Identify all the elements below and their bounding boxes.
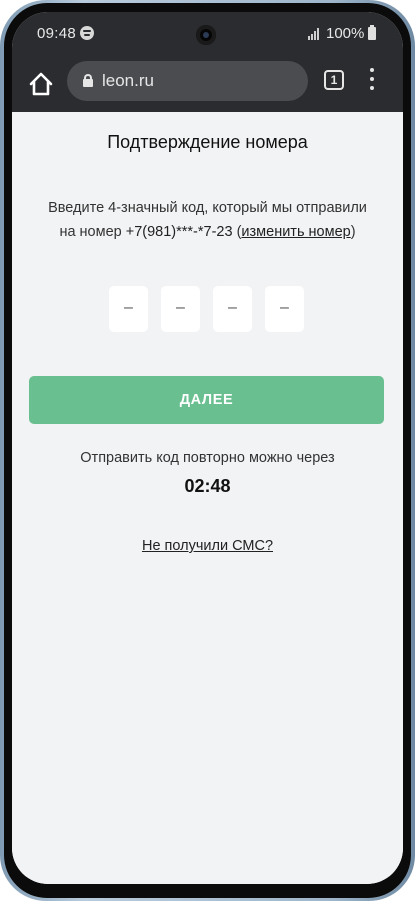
instruction-line1: Введите 4-значный код, который мы отправ… (48, 200, 367, 216)
page-title: Подтверждение номера (107, 132, 308, 152)
more-vert-icon[interactable] (367, 68, 377, 92)
url-text: leon.ru (102, 71, 154, 90)
status-bar: 09:48 100% (12, 12, 403, 58)
home-icon[interactable] (28, 71, 54, 97)
resend-text: Отправить код повторно можно через (80, 450, 335, 466)
code-digit-2[interactable]: – (161, 286, 200, 332)
lock-icon (83, 74, 93, 87)
instruction-line2: на номер +7(981)***-*7-23 (изменить номе… (22, 220, 393, 244)
battery-icon (368, 25, 376, 40)
phone-frame: 09:48 100% leon.ru 1 Подтверждение номер… (0, 0, 415, 901)
masked-phone-number: +7(981)***-*7-23 (125, 224, 233, 240)
code-digit-3[interactable]: – (213, 286, 252, 332)
screen: 09:48 100% leon.ru 1 Подтверждение номер… (12, 12, 403, 884)
paren-close: ) (350, 224, 356, 240)
instruction-prefix: на номер (59, 224, 126, 240)
address-bar[interactable]: leon.ru (67, 61, 308, 101)
no-sms-link[interactable]: Не получили СМС? (12, 538, 403, 554)
spotify-icon (80, 26, 94, 40)
code-digit-1[interactable]: – (109, 286, 148, 332)
status-time: 09:48 (37, 25, 77, 42)
signal-icon (308, 28, 322, 40)
browser-toolbar: leon.ru 1 (12, 58, 403, 112)
code-digit-4[interactable]: – (265, 286, 304, 332)
page-content: Подтверждение номера Введите 4-значный к… (12, 112, 403, 884)
instruction-text: Введите 4-значный код, который мы отправ… (22, 196, 393, 244)
front-camera (196, 25, 216, 45)
battery-percent: 100% (326, 25, 365, 42)
code-input-group: – – – – (109, 286, 304, 332)
next-button[interactable]: ДАЛЕЕ (29, 376, 384, 424)
change-number-link[interactable]: изменить номер (241, 224, 350, 240)
resend-timer: 02:48 (184, 476, 231, 496)
tabs-icon[interactable]: 1 (324, 70, 344, 90)
